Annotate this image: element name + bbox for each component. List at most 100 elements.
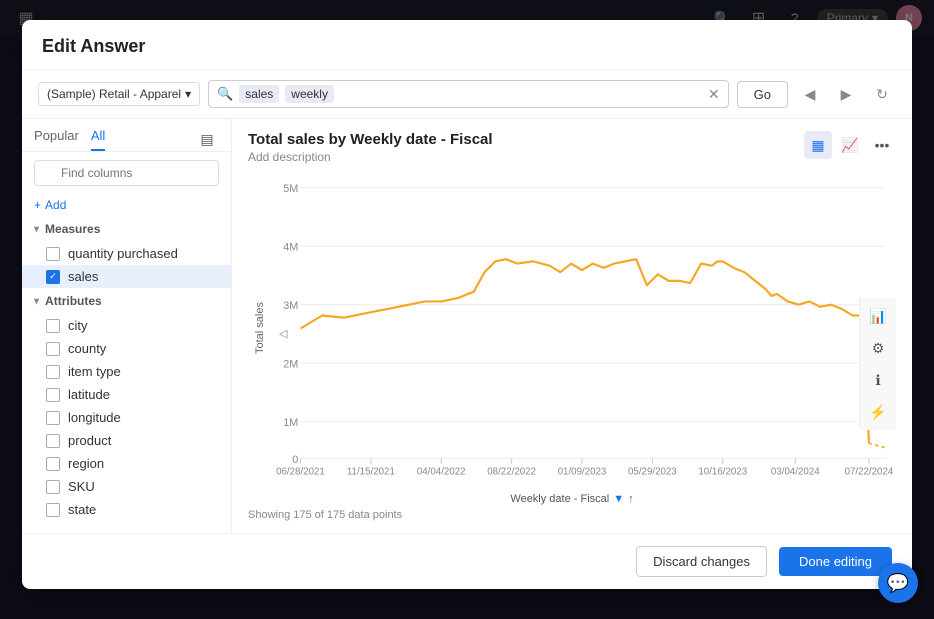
datasource-chevron-icon: ▾ (185, 87, 191, 101)
svg-text:4M: 4M (283, 242, 298, 254)
list-item[interactable]: SKU (22, 475, 231, 498)
state-checkbox[interactable] (46, 503, 60, 517)
chart-footer: Showing 175 of 175 data points (248, 505, 896, 521)
add-label: Add (45, 198, 66, 212)
modal-overlay: Edit Answer (Sample) Retail - Apparel ▾ … (0, 0, 934, 619)
data-points-label: Showing 175 of 175 data points (248, 509, 402, 521)
modal-title: Edit Answer (42, 36, 892, 57)
info-icon[interactable]: ℹ (864, 366, 892, 394)
edit-answer-modal: Edit Answer (Sample) Retail - Apparel ▾ … (22, 20, 912, 589)
done-editing-button[interactable]: Done editing (779, 547, 892, 576)
refresh-button[interactable]: ↻ (868, 80, 896, 108)
list-item[interactable]: region (22, 452, 231, 475)
search-bar: (Sample) Retail - Apparel ▾ 🔍 sales week… (22, 70, 912, 119)
list-item[interactable]: product (22, 429, 231, 452)
tab-all[interactable]: All (91, 128, 105, 151)
attributes-label: Attributes (45, 294, 102, 308)
search-tag-weekly[interactable]: weekly (285, 85, 334, 103)
city-checkbox[interactable] (46, 319, 60, 333)
right-icons-panel: 📊 ⚙ ℹ ⚡ (859, 298, 896, 430)
chart-title: Total sales by Weekly date - Fiscal (248, 131, 493, 148)
list-item[interactable]: state (22, 498, 231, 521)
tabs-row: Popular All ▤ (22, 119, 231, 152)
sales-label: sales (68, 269, 98, 284)
longitude-label: longitude (68, 410, 121, 425)
svg-text:10/16/2023: 10/16/2023 (698, 467, 747, 478)
table-view-button[interactable]: ▦ (804, 131, 832, 159)
attributes-section-header[interactable]: ▾ Attributes (22, 288, 231, 314)
list-item[interactable]: county (22, 337, 231, 360)
item-type-checkbox[interactable] (46, 365, 60, 379)
x-axis-label-text: Weekly date - Fiscal (510, 493, 609, 505)
svg-text:03/04/2024: 03/04/2024 (771, 467, 820, 478)
chat-fab-button[interactable]: 💬 (878, 563, 918, 603)
latitude-checkbox[interactable] (46, 388, 60, 402)
search-clear-button[interactable]: ✕ (708, 86, 720, 103)
chart-container: Total sales 5M (248, 168, 896, 489)
modal-footer: Discard changes Done editing (22, 533, 912, 589)
svg-text:1M: 1M (283, 417, 298, 429)
x-axis-label-row: Weekly date - Fiscal ▼ ↑ (248, 493, 896, 505)
list-item[interactable]: longitude (22, 406, 231, 429)
chart-description[interactable]: Add description (248, 150, 493, 164)
svg-text:06/28/2021: 06/28/2021 (276, 467, 325, 478)
latitude-label: latitude (68, 387, 110, 402)
list-item[interactable]: quantity purchased (22, 242, 231, 265)
chart-header: Total sales by Weekly date - Fiscal Add … (248, 131, 896, 164)
forward-button[interactable]: ▶ (832, 80, 860, 108)
svg-text:◁: ◁ (279, 328, 288, 340)
chart-toolbar: ▦ 📈 ••• (804, 131, 896, 159)
sku-checkbox[interactable] (46, 480, 60, 494)
list-item[interactable]: city (22, 314, 231, 337)
modal-header: Edit Answer (22, 20, 912, 70)
product-label: product (68, 433, 111, 448)
svg-text:0: 0 (292, 454, 298, 466)
datasource-selector[interactable]: (Sample) Retail - Apparel ▾ (38, 82, 200, 106)
measures-section-header[interactable]: ▾ Measures (22, 216, 231, 242)
quantity-purchased-label: quantity purchased (68, 246, 178, 261)
line-chart-button[interactable]: 📈 (836, 131, 864, 159)
list-item[interactable]: item type (22, 360, 231, 383)
sales-checkbox[interactable] (46, 270, 60, 284)
sort-direction-icon[interactable]: ↑ (628, 493, 634, 505)
svg-text:01/09/2023: 01/09/2023 (558, 467, 607, 478)
state-label: state (68, 502, 96, 517)
find-columns-area: 🔍 (22, 152, 231, 194)
chart-svg-wrap: 5M 4M 3M 2M 1M 0 (268, 168, 896, 489)
item-type-label: item type (68, 364, 121, 379)
line-chart-svg: 5M 4M 3M 2M 1M 0 (268, 168, 896, 489)
svg-text:07/22/2024: 07/22/2024 (845, 467, 894, 478)
longitude-checkbox[interactable] (46, 411, 60, 425)
plus-icon: + (34, 198, 41, 212)
discard-changes-button[interactable]: Discard changes (636, 546, 767, 577)
sidebar-toggle-icon[interactable]: ▤ (195, 127, 219, 151)
measures-caret-icon: ▾ (34, 224, 39, 235)
region-checkbox[interactable] (46, 457, 60, 471)
settings-icon[interactable]: ⚙ (864, 334, 892, 362)
sku-label: SKU (68, 479, 95, 494)
search-tag-sales[interactable]: sales (239, 85, 279, 103)
sort-icon[interactable]: ▼ (613, 493, 624, 505)
county-label: county (68, 341, 106, 356)
list-item[interactable]: sales (22, 265, 231, 288)
add-button[interactable]: + Add (22, 194, 231, 216)
more-options-button[interactable]: ••• (868, 131, 896, 159)
svg-text:2M: 2M (283, 358, 298, 370)
city-label: city (68, 318, 88, 333)
tab-popular[interactable]: Popular (34, 128, 79, 151)
svg-text:3M: 3M (283, 300, 298, 312)
sidebar: Popular All ▤ 🔍 + Add (22, 119, 232, 533)
y-axis-label: Total sales (248, 168, 268, 489)
product-checkbox[interactable] (46, 434, 60, 448)
quantity-purchased-checkbox[interactable] (46, 247, 60, 261)
chart-type-icon[interactable]: 📊 (864, 302, 892, 330)
list-item[interactable]: latitude (22, 383, 231, 406)
go-button[interactable]: Go (737, 81, 788, 108)
search-input-area: 🔍 sales weekly ✕ (208, 80, 729, 108)
modal-body: Popular All ▤ 🔍 + Add (22, 119, 912, 533)
county-checkbox[interactable] (46, 342, 60, 356)
back-button[interactable]: ◀ (796, 80, 824, 108)
lightning-icon[interactable]: ⚡ (864, 398, 892, 426)
find-columns-input[interactable] (34, 160, 219, 186)
svg-text:5M: 5M (283, 183, 298, 195)
